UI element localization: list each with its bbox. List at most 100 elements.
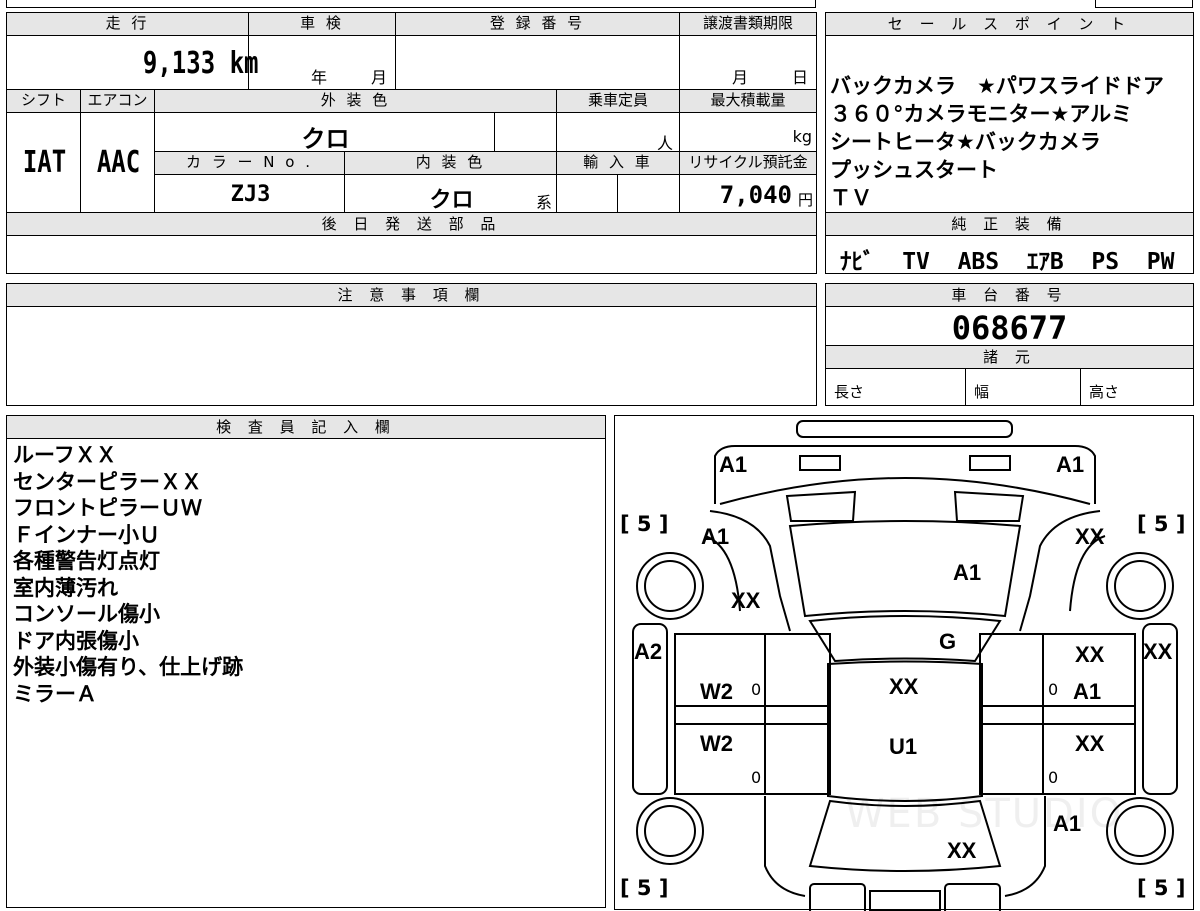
inspector-header: 検 査 員 記 入 欄 bbox=[6, 415, 606, 439]
specs-header: 諸 元 bbox=[825, 345, 1194, 369]
grade-front-right-door-num: 0 bbox=[1048, 680, 1059, 699]
inspector-notes-list: ルーフＸＸ センターピラーＸＸ フロントピラーＵＷ Ｆインナー小Ｕ 各種警告灯点灯 室内薄… bbox=[13, 442, 243, 707]
grade-roof: XX bbox=[889, 674, 919, 699]
inspection-year: 年 bbox=[311, 68, 328, 87]
inspector-body: ルーフＸＸ センターピラーＸＸ フロントピラーＵＷ Ｆインナー小Ｕ 各種警告灯点灯 室内薄… bbox=[6, 438, 606, 908]
sales-points-header: セ ー ル ス ポ イ ン ト bbox=[825, 12, 1194, 36]
notes-body bbox=[6, 306, 817, 406]
shift-cell: IAT bbox=[6, 112, 81, 213]
exterior-color-cell: クロ bbox=[154, 112, 495, 153]
specs-height-label: 高さ bbox=[1089, 383, 1120, 401]
grade-front-left-corner: A1 bbox=[719, 452, 748, 477]
inspector-note-line: 各種警告灯点灯 bbox=[13, 549, 160, 573]
grade-front-left-door-num: 0 bbox=[751, 680, 762, 699]
notes-header: 注 意 事 項 欄 bbox=[6, 283, 817, 307]
specs-height-cell: 高さ bbox=[1080, 368, 1194, 406]
inspection-month: 月 bbox=[371, 68, 388, 87]
ac-cell: AAC bbox=[80, 112, 155, 213]
shift-value: IAT bbox=[22, 145, 67, 180]
car-diagram: [ 5 ] [ 5 ] [ 5 ] [ 5 ] A1 A1 A1 XX A1 X… bbox=[614, 415, 1194, 911]
mileage-value: 9,133 km bbox=[142, 46, 258, 81]
ac-value: AAC bbox=[96, 145, 141, 180]
grade-rear-left-door-num: 0 bbox=[751, 768, 762, 787]
exterior-color-label: 外 装 色 bbox=[154, 89, 557, 113]
sales-points-list: バックカメラ ★パワスライドドア ３６０°カメラモニター★アルミ シートヒータ★バッ… bbox=[830, 72, 1164, 212]
inspector-note-line: 室内薄汚れ bbox=[13, 575, 118, 600]
recycle-unit: 円 bbox=[797, 191, 813, 209]
tire-rear-left: [ 5 ] bbox=[620, 876, 669, 900]
specs-width-cell: 幅 bbox=[965, 368, 1081, 406]
interior-color-label: 内 装 色 bbox=[344, 151, 557, 175]
capacity-label: 乗車定員 bbox=[556, 89, 680, 113]
equipment-header: 純 正 装 備 bbox=[825, 212, 1194, 236]
sales-point-line: バックカメラ ★パワスライドドア bbox=[830, 74, 1164, 98]
exterior-extra-cell bbox=[494, 112, 557, 152]
registration-cell bbox=[395, 35, 680, 90]
specs-length-cell: 長さ bbox=[825, 368, 966, 406]
grade-left-fender-lower: XX bbox=[731, 588, 761, 613]
grade-rear-right-door: XX bbox=[1075, 731, 1105, 756]
tire-front-left: [ 5 ] bbox=[620, 512, 669, 536]
shift-label: シフト bbox=[6, 89, 81, 113]
grade-hood: A1 bbox=[953, 560, 982, 585]
registration-label: 登 録 番 号 bbox=[395, 12, 680, 36]
sales-point-line: プッシュスタート bbox=[830, 158, 998, 182]
grade-front-right-corner: A1 bbox=[1056, 452, 1085, 477]
top-strip bbox=[6, 0, 816, 8]
color-no-label: カ ラ ー N o . bbox=[154, 151, 345, 175]
grade-front-right-door: A1 bbox=[1073, 679, 1102, 704]
watermark: WEB STUDIO bbox=[845, 791, 1124, 837]
chassis-number: 068677 bbox=[951, 309, 1068, 347]
grade-right-fender: XX bbox=[1075, 524, 1105, 549]
sales-point-line: ＴＶ bbox=[830, 186, 872, 210]
color-no-cell: ZJ3 bbox=[154, 174, 345, 213]
grade-front-right-door-top: XX bbox=[1075, 642, 1105, 667]
interior-color-suffix: 系 bbox=[535, 193, 552, 212]
inspector-note-line: ルーフＸＸ bbox=[13, 443, 117, 467]
equipment-body: ﾅﾋﾞ TV ABS ｴｱB PS PW bbox=[825, 235, 1194, 275]
specs-length-label: 長さ bbox=[834, 383, 865, 401]
sales-point-line: ３６０°カメラモニター★アルミ bbox=[830, 102, 1133, 126]
tire-front-right: [ 5 ] bbox=[1137, 512, 1186, 536]
exterior-color-value: クロ bbox=[301, 125, 350, 153]
ac-label: エアコン bbox=[80, 89, 155, 113]
grade-roof-lower: U1 bbox=[889, 734, 918, 759]
chassis-header: 車 台 番 号 bbox=[825, 283, 1194, 307]
recycle-cell: 7,040 円 bbox=[679, 174, 817, 213]
inspection-label: 車 検 bbox=[248, 12, 396, 36]
grade-trunk: XX bbox=[947, 838, 977, 863]
grade-right-rocker: XX bbox=[1143, 639, 1173, 664]
recycle-value: 7,040 bbox=[719, 181, 792, 209]
inspector-note-line: コンソール傷小 bbox=[13, 602, 160, 626]
max-load-unit: kg bbox=[792, 127, 812, 146]
max-load-label: 最大積載量 bbox=[679, 89, 817, 113]
interior-color-value: クロ bbox=[429, 188, 474, 213]
tire-rear-right: [ 5 ] bbox=[1137, 876, 1186, 900]
inspector-note-line: センターピラーＸＸ bbox=[13, 469, 202, 494]
inspector-note-line: ミラーＡ bbox=[13, 681, 97, 706]
later-parts-body bbox=[6, 235, 817, 274]
import-label: 輸 入 車 bbox=[556, 151, 680, 175]
color-no-value: ZJ3 bbox=[230, 182, 271, 207]
max-load-cell: kg bbox=[679, 112, 817, 152]
transfer-month: 月 bbox=[732, 68, 749, 87]
inspector-note-line: フロントピラーＵＷ bbox=[13, 496, 202, 520]
later-parts-header: 後 日 発 送 部 品 bbox=[6, 212, 817, 236]
import-cell-a bbox=[556, 174, 618, 213]
transfer-day: 日 bbox=[792, 68, 809, 87]
grade-left-fender: A1 bbox=[701, 524, 730, 549]
equipment-value: ﾅﾋﾞ TV ABS ｴｱB PS PW bbox=[840, 249, 1175, 275]
sales-point-line: シートヒータ★バックカメラ bbox=[830, 130, 1101, 154]
capacity-cell: 人 bbox=[556, 112, 680, 153]
specs-width-label: 幅 bbox=[974, 383, 990, 401]
mileage-label: 走 行 bbox=[6, 12, 249, 36]
transfer-cell: 月 日 bbox=[679, 35, 817, 90]
import-cell-b bbox=[617, 174, 680, 213]
grade-windshield: G bbox=[939, 629, 957, 654]
grade-rear-right-door-num: 0 bbox=[1048, 768, 1059, 787]
mileage-cell: 9,133 km bbox=[6, 35, 258, 90]
top-strip-right bbox=[1095, 0, 1193, 8]
recycle-label: リサイクル預託金 bbox=[679, 151, 817, 175]
grade-left-rocker: A2 bbox=[634, 639, 663, 664]
inspection-cell: 年 月 bbox=[248, 35, 396, 90]
